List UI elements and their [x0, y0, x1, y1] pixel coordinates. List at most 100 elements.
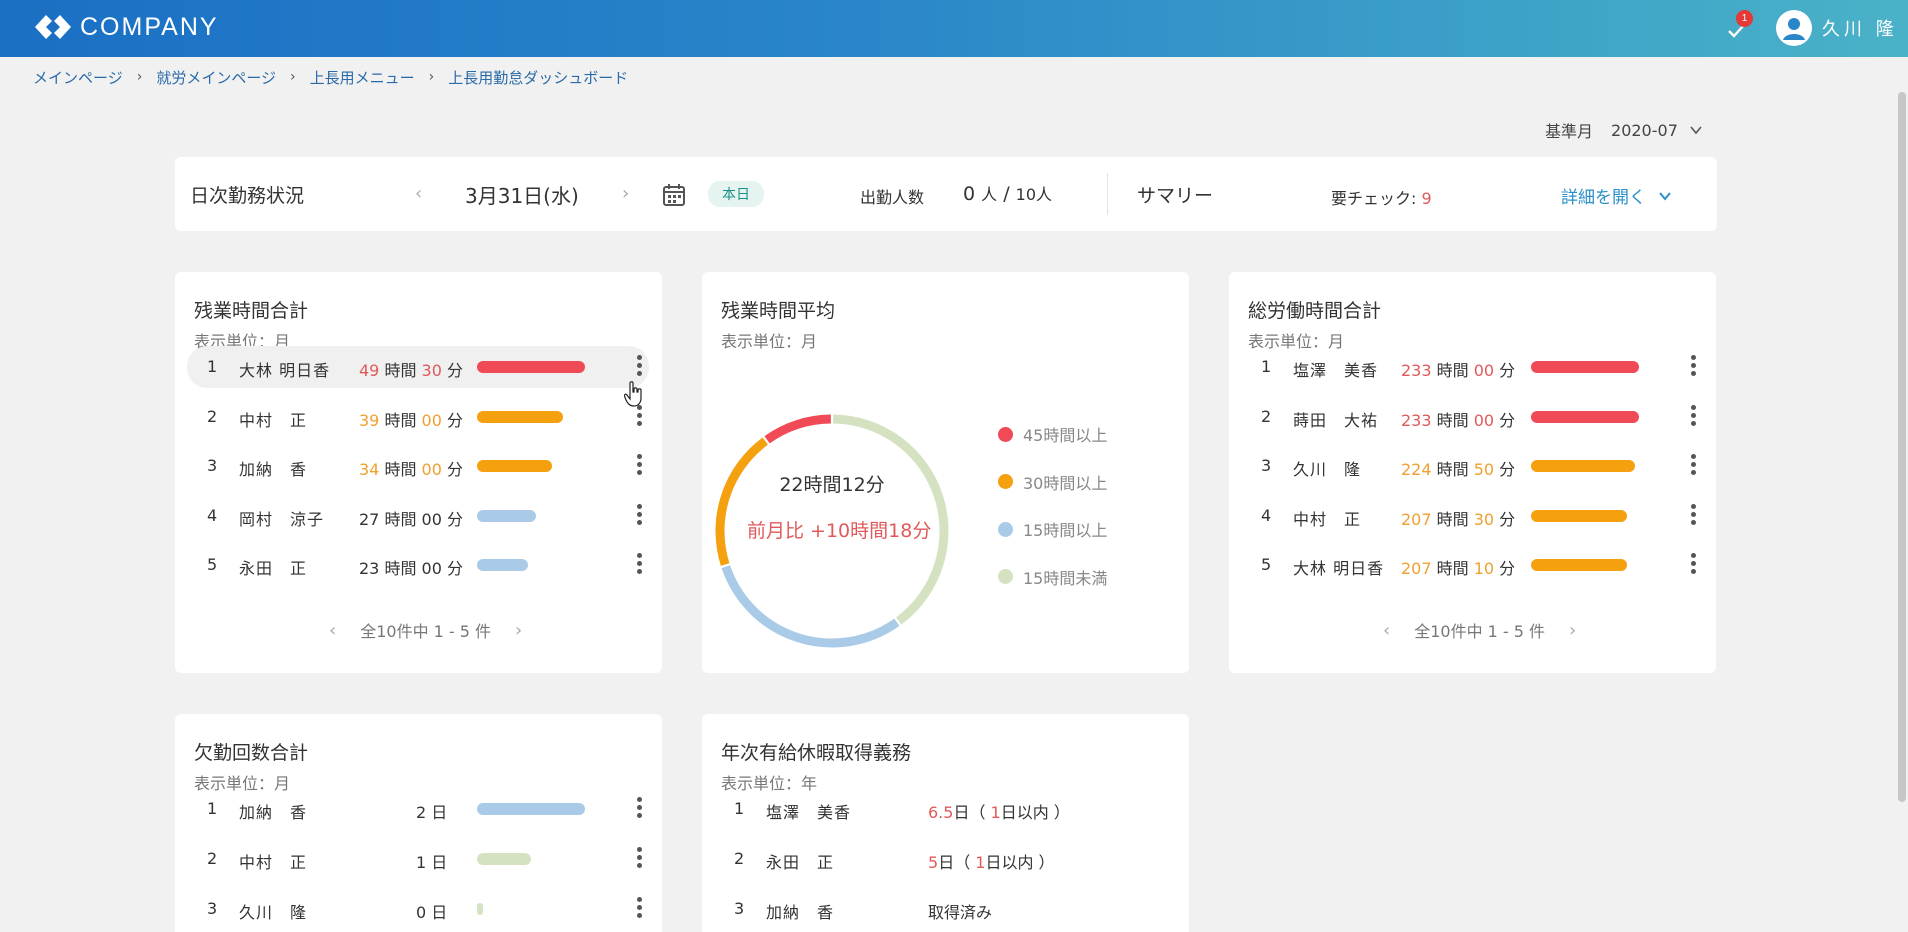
company-logo[interactable]: COMPANY: [32, 12, 219, 42]
attendance-value: 0 人 / 10人: [963, 183, 1053, 205]
notification-button[interactable]: 1: [1722, 10, 1753, 44]
more-options-button[interactable]: [637, 847, 643, 871]
scrollbar-thumb[interactable]: [1898, 92, 1906, 802]
more-options-button[interactable]: [1691, 454, 1697, 478]
pager-next-button[interactable]: ›: [1569, 620, 1576, 641]
more-options-button[interactable]: [1691, 404, 1697, 429]
attendance-unit-2: 人: [1036, 185, 1053, 204]
row-day-value: 1: [416, 853, 427, 872]
table-row: 3 加納 香 取得済み: [714, 888, 1176, 930]
dot: [637, 863, 642, 868]
table-row: 3 久川 隆 224 時間 50 分: [1241, 445, 1703, 487]
row-hours: 23: [359, 559, 380, 578]
breadcrumb-item-main[interactable]: メインページ: [33, 67, 123, 88]
minute-label: 分: [1494, 509, 1516, 529]
base-month-value: 2020-07: [1611, 120, 1678, 140]
row-rank: 1: [207, 799, 218, 818]
table-row: 2 中村 正 1 日: [187, 838, 649, 880]
row-leave-status: 5日（ 1日以内 ）: [928, 849, 1055, 873]
minute-label: 分: [1494, 460, 1516, 479]
table-row: 4 中村 正 207 時間 30 分: [1241, 495, 1703, 537]
row-rank: 2: [734, 849, 745, 868]
legend-label: 45時間以上: [1023, 426, 1108, 445]
calendar-icon[interactable]: [661, 182, 687, 208]
more-options-button[interactable]: [637, 454, 643, 478]
row-time: 224 時間 50 分: [1401, 456, 1515, 480]
row-day-value: 2: [416, 803, 427, 822]
row-minutes: 30: [421, 361, 442, 380]
row-day-value: 0: [416, 903, 427, 922]
row-rank: 2: [207, 406, 218, 426]
row-minutes: 30: [1473, 509, 1495, 529]
more-options-button[interactable]: [637, 503, 643, 528]
legend-label: 30時間以上: [1023, 473, 1108, 493]
prev-day-button[interactable]: ‹: [415, 183, 422, 204]
row-rank: 1: [207, 357, 218, 376]
dot: [637, 813, 642, 818]
row-name: 久川 隆: [239, 903, 308, 922]
more-options-button[interactable]: [637, 355, 643, 379]
more-options-button[interactable]: [637, 897, 643, 921]
row-day-unit: 日: [426, 803, 448, 822]
dot: [637, 847, 642, 852]
more-options-button[interactable]: [1691, 553, 1697, 577]
progress-bar: [477, 460, 552, 472]
pager-prev-button[interactable]: ‹: [329, 620, 336, 641]
more-options-button[interactable]: [1691, 355, 1697, 379]
daily-status-title: 日次勤務状況: [190, 185, 305, 207]
more-options-button[interactable]: [637, 404, 643, 429]
progress-bar: [1531, 361, 1639, 373]
hour-label: 時間: [1431, 410, 1474, 430]
breadcrumb-item-work-main[interactable]: 就労メインページ: [156, 67, 276, 88]
notification-badge: 1: [1736, 10, 1753, 27]
more-options-button[interactable]: [1691, 503, 1697, 528]
row-leave-status: 6.5日（ 1日以内 ）: [928, 799, 1070, 823]
open-detail-button[interactable]: 詳細を開く: [1561, 183, 1672, 208]
row-rank: 1: [1261, 357, 1272, 376]
dot: [1691, 355, 1696, 360]
hour-label: 時間: [379, 559, 422, 578]
dot: [1691, 470, 1696, 475]
progress-bar: [477, 903, 483, 915]
pager-next-button[interactable]: ›: [515, 620, 522, 641]
more-options-button[interactable]: [637, 553, 643, 577]
row-rank: 3: [207, 899, 218, 918]
legend-item: 30時間以上: [998, 470, 1107, 494]
hour-label: 時間: [379, 509, 422, 529]
dot: [1691, 553, 1696, 558]
more-options-button[interactable]: [637, 797, 643, 821]
check-needed: 要チェック: 9: [1331, 185, 1432, 209]
today-button[interactable]: 本日: [708, 181, 764, 207]
progress-bar: [477, 853, 531, 865]
row-name: 大林 明日香: [239, 361, 331, 380]
dot: [637, 412, 642, 418]
logo-text: COMPANY: [80, 12, 219, 41]
row-name: 永田 正: [239, 559, 308, 578]
pager: ‹ 全10件中 1 - 5 件 ›: [305, 618, 546, 642]
base-month-selector[interactable]: 基準月 2020-07: [1545, 118, 1702, 142]
row-name: 塩澤 美香: [766, 803, 852, 822]
row-rank: 4: [207, 505, 218, 525]
breadcrumb-item-manager-menu[interactable]: 上長用メニュー: [310, 67, 415, 88]
dot: [637, 805, 642, 810]
dot: [637, 511, 642, 517]
next-day-button[interactable]: ›: [622, 183, 629, 204]
user-menu[interactable]: 久川 隆: [1776, 10, 1898, 46]
row-rank: 1: [734, 799, 745, 818]
breadcrumb-item-dashboard: 上長用勤怠ダッシュボード: [448, 68, 629, 87]
dot: [637, 454, 642, 459]
overtime-total-card: 残業時間合計 表示単位：月 1 大林 明日香 49 時間 30 分 2 中村 正 39 時…: [175, 272, 662, 673]
dot: [1691, 569, 1696, 574]
table-row: 1 塩澤 美香 233 時間 00 分: [1241, 346, 1703, 388]
page-scrollbar[interactable]: [1896, 57, 1908, 932]
pager-prev-button[interactable]: ‹: [1383, 620, 1390, 641]
table-row: 3 加納 香 34 時間 00 分: [187, 445, 649, 487]
row-name: 加納 香: [239, 460, 308, 479]
row-time: 233 時間 00 分: [1401, 357, 1515, 381]
attendance-label: 出勤人数: [860, 188, 925, 207]
card-title: 総労働時間合計: [1248, 300, 1382, 322]
row-days: 1 日: [416, 849, 447, 873]
dot: [1691, 519, 1696, 525]
minute-label: 分: [441, 460, 463, 479]
row-name: 加納 香: [766, 903, 835, 922]
